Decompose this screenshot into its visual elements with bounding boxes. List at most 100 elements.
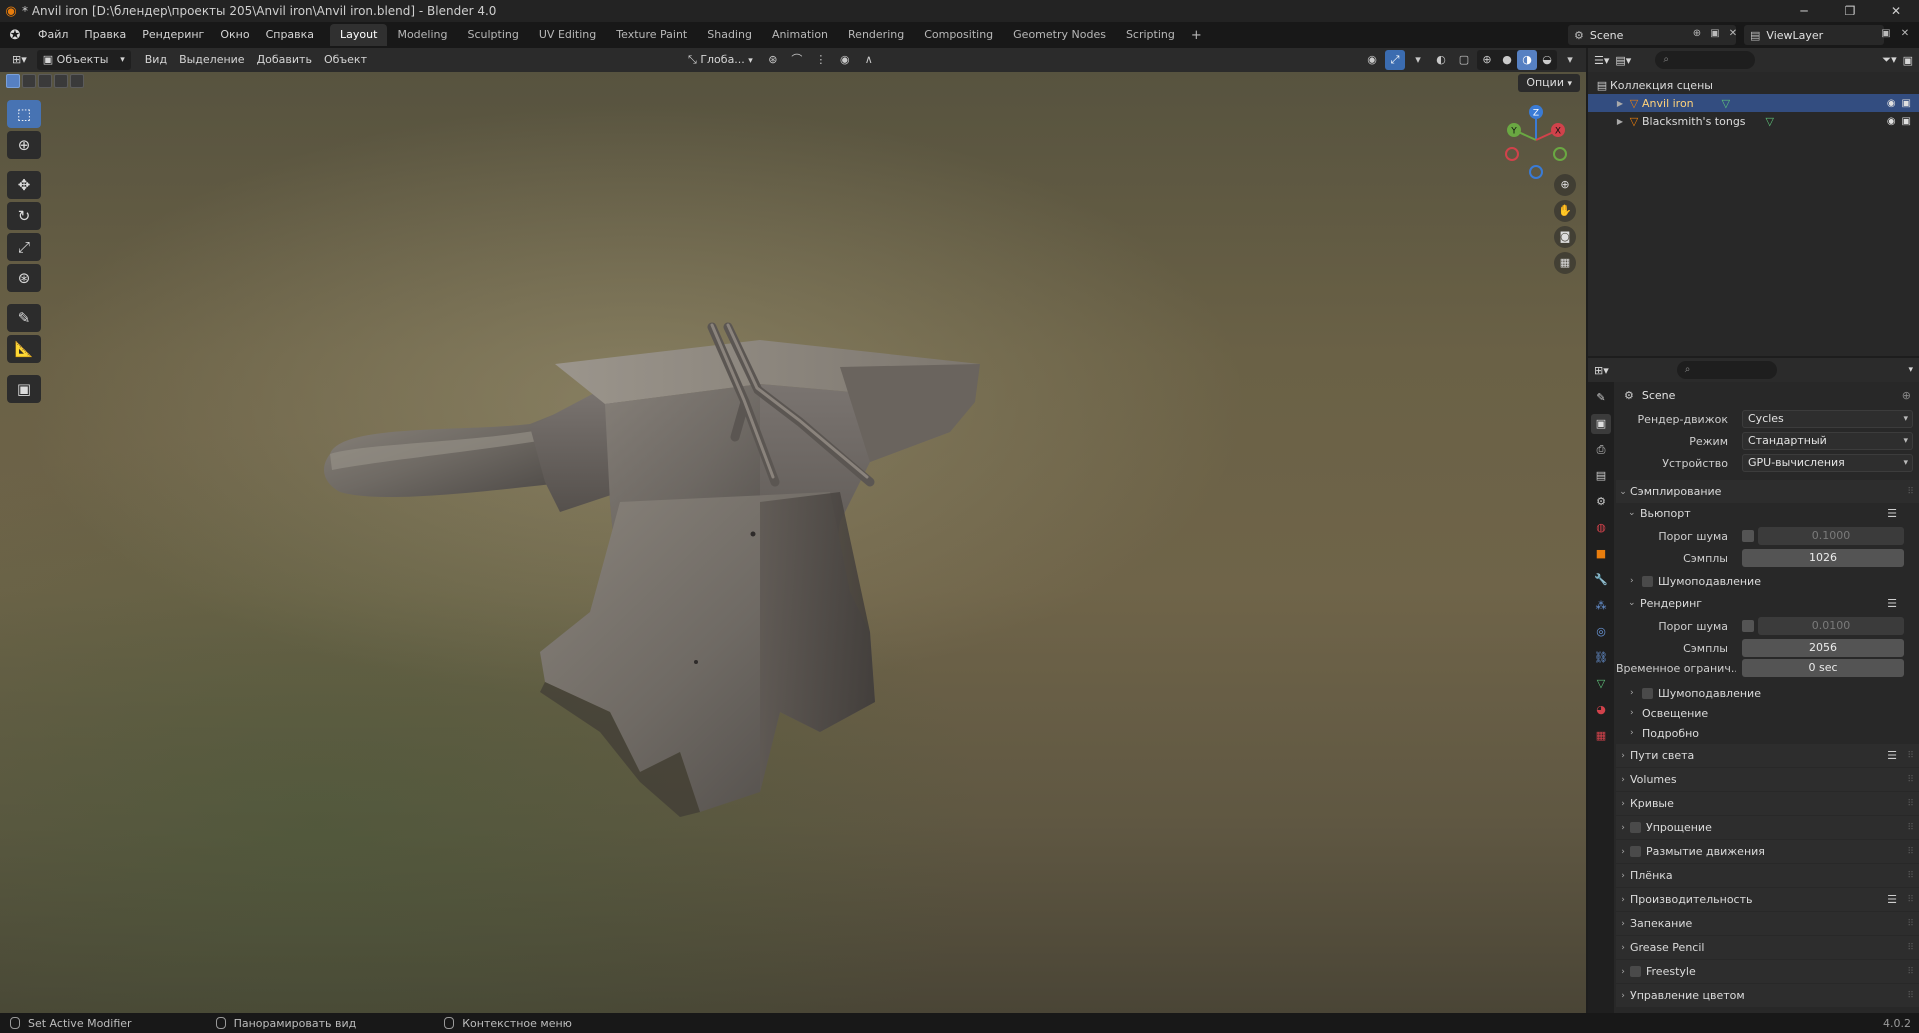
snap-icon[interactable]: ⌒ [787,50,807,70]
close-button[interactable]: ✕ [1873,0,1919,22]
tab-shading[interactable]: Shading [697,24,762,46]
noise-threshold-checkbox[interactable] [1742,530,1754,542]
new-viewlayer-icon[interactable]: ▣ [1877,24,1895,44]
drag-grip-icon[interactable]: ⠿ [1907,991,1914,1001]
camera-render-icon[interactable]: ▣ [1902,98,1911,109]
drag-grip-icon[interactable]: ⠿ [1907,919,1914,929]
device-dropdown[interactable]: GPU-вычисления ▾ [1742,454,1913,472]
tab-sculpting[interactable]: Sculpting [458,24,529,46]
viewport-subpanel-header[interactable]: ⌄ Вьюпорт ☰ [1616,503,1919,523]
drag-grip-icon[interactable]: ⠿ [1907,967,1914,977]
object-tab-icon[interactable]: ■ [1591,544,1611,564]
pivot-point-icon[interactable]: ⊛ [763,50,783,70]
solid-shading-icon[interactable]: ● [1497,50,1517,70]
orientation-dropdown[interactable]: ⤡ Глоба... ▾ [682,50,759,70]
render-engine-dropdown[interactable]: Cycles ▾ [1742,410,1913,428]
new-collection-icon[interactable]: ▣ [1903,54,1913,67]
freestyle-panel[interactable]: › Freestyle ⠿ [1616,960,1919,983]
drag-grip-icon[interactable]: ⠿ [1907,823,1914,833]
editor-type-icon[interactable]: ⊞▾ [6,50,33,70]
sampling-panel-header[interactable]: ⌄ Сэмплирование ⠿ [1616,480,1919,503]
lights-subpanel-header[interactable]: › Освещение [1616,703,1919,723]
camera-render-icon[interactable]: ▣ [1902,116,1911,127]
material-tab-icon[interactable]: ◕ [1591,700,1611,720]
menu-edit[interactable]: Правка [76,22,134,48]
drag-grip-icon[interactable]: ⠿ [1907,775,1914,785]
drag-grip-icon[interactable]: ⠿ [1907,751,1914,761]
menu-select[interactable]: Выделение [173,50,251,70]
tab-animation[interactable]: Animation [762,24,838,46]
tab-modeling[interactable]: Modeling [387,24,457,46]
particles-tab-icon[interactable]: ⁂ [1591,596,1611,616]
properties-search-input[interactable]: ⌕ [1676,361,1777,379]
tab-rendering[interactable]: Rendering [838,24,914,46]
motion-blur-checkbox[interactable] [1630,846,1641,857]
denoise-checkbox[interactable] [1642,687,1653,699]
viewport-samples-field[interactable]: 1026 [1742,549,1904,567]
select-new-icon[interactable] [6,74,20,88]
render-noise-threshold-field[interactable]: 0.0100 [1758,617,1904,635]
simplify-panel[interactable]: › Упрощение ⠿ [1616,816,1919,839]
scene-tab-icon[interactable]: ⚙ [1591,492,1611,512]
chevron-down-icon[interactable]: ▾ [1908,365,1913,375]
color-management-panel[interactable]: › Управление цветом ⠿ [1616,984,1919,1007]
performance-panel[interactable]: › Производительность ☰ ⠿ [1616,888,1919,911]
render-denoise-header[interactable]: › Шумоподавление [1616,683,1919,703]
menu-view[interactable]: Вид [139,50,173,70]
eye-visibility-icon[interactable]: ◉ [1887,116,1896,127]
tool-tab-icon[interactable]: ✎ [1591,388,1611,408]
time-limit-field[interactable]: 0 sec [1742,659,1904,677]
xray-icon[interactable]: ▢ [1454,50,1474,70]
drag-grip-icon[interactable]: ⠿ [1907,847,1914,857]
viewport-noise-threshold-field[interactable]: 0.1000 [1758,527,1904,545]
grease-pencil-panel[interactable]: › Grease Pencil ⠿ [1616,936,1919,959]
select-extend-icon[interactable] [22,74,36,88]
measure-tool-icon[interactable]: 📐 [7,335,41,363]
expand-arrow-icon[interactable]: ▶ [1614,99,1626,108]
new-scene-icon[interactable]: ▣ [1706,24,1724,44]
noise-threshold-checkbox[interactable] [1742,620,1754,632]
presets-list-icon[interactable]: ☰ [1887,749,1897,762]
viewlayer-selector[interactable]: ▤ ViewLayer [1744,25,1884,45]
outliner-item-tongs[interactable]: ▶ ▽ Blacksmith's tongs ▽ ◉ ▣ [1588,112,1919,130]
tab-layout[interactable]: Layout [330,24,388,46]
menu-render[interactable]: Рендеринг [134,22,212,48]
denoise-checkbox[interactable] [1642,575,1653,587]
outliner-editor-icon[interactable]: ☰▾ [1594,54,1609,67]
light-paths-panel[interactable]: › Пути света ☰ ⠿ [1616,744,1919,767]
annotate-tool-icon[interactable]: ✎ [7,304,41,332]
3d-viewport[interactable]: Опции ▾ ⬚ ⊕ ✥ ↻ ⤢ ⊛ ✎ 📐 ▣ Z Y X ⊕ ✋ ◙ ▦ [0,72,1586,1013]
constraints-tab-icon[interactable]: ⛓ [1591,648,1611,668]
menu-window[interactable]: Окно [212,22,257,48]
tab-uv-editing[interactable]: UV Editing [529,24,606,46]
move-tool-icon[interactable]: ✥ [7,171,41,199]
display-mode-icon[interactable]: ▤▾ [1615,54,1631,67]
presets-list-icon[interactable]: ☰ [1887,893,1897,906]
maximize-button[interactable]: ❐ [1827,0,1873,22]
perspective-grid-icon[interactable]: ▦ [1554,252,1576,274]
navigation-gizmo[interactable]: Z Y X [1496,100,1576,180]
drag-grip-icon[interactable]: ⠿ [1907,799,1914,809]
gizmo-menu-icon[interactable]: ▾ [1408,50,1428,70]
menu-add[interactable]: Добавить [251,50,318,70]
rendered-shading-icon[interactable]: ◒ [1537,50,1557,70]
tab-geometry-nodes[interactable]: Geometry Nodes [1003,24,1116,46]
drag-grip-icon[interactable]: ⠿ [1907,895,1914,905]
material-shading-icon[interactable]: ◑ [1517,50,1537,70]
pin-scene-icon[interactable]: ⊕ [1688,24,1706,44]
filter-icon[interactable]: ⏷▾ [1882,53,1896,67]
cursor-tool-icon[interactable]: ⊕ [7,131,41,159]
render-samples-field[interactable]: 2056 [1742,639,1904,657]
view-layer-tab-icon[interactable]: ▤ [1591,466,1611,486]
bake-panel[interactable]: › Запекание ⠿ [1616,912,1919,935]
curves-panel[interactable]: › Кривые ⠿ [1616,792,1919,815]
wireframe-shading-icon[interactable]: ⊕ [1477,50,1497,70]
falloff-icon[interactable]: ∧ [859,50,879,70]
tab-texture-paint[interactable]: Texture Paint [606,24,697,46]
outliner-search-input[interactable]: ⌕ [1655,51,1756,69]
freestyle-checkbox[interactable] [1630,966,1641,977]
drag-grip-icon[interactable]: ⠿ [1907,487,1914,497]
viewport-denoise-header[interactable]: › Шумоподавление [1616,571,1919,591]
zoom-icon[interactable]: ⊕ [1554,174,1576,196]
outliner-item-anvil-iron[interactable]: ▶ ▽ Anvil iron ▽ ◉ ▣ [1588,94,1919,112]
